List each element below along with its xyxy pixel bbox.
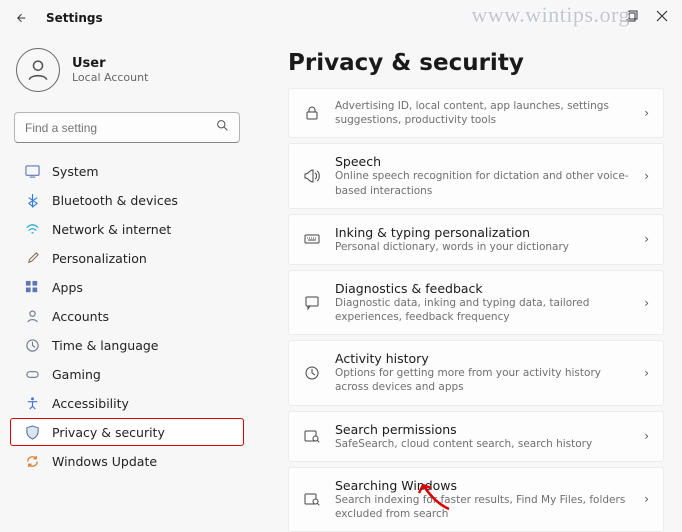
card-title: Diagnostics & feedback <box>335 281 630 296</box>
gamepad-icon <box>24 366 40 382</box>
card-sub: Personal dictionary, words in your dicti… <box>335 240 630 254</box>
history-icon <box>303 364 321 382</box>
search-permissions-icon <box>303 427 321 445</box>
wifi-icon <box>24 221 40 237</box>
sidebar-item-system[interactable]: System <box>10 157 244 185</box>
sidebar-item-time[interactable]: Time & language <box>10 331 244 359</box>
shield-icon <box>24 424 40 440</box>
avatar <box>16 48 60 92</box>
sidebar-item-accounts[interactable]: Accounts <box>10 302 244 330</box>
page-title: Privacy & security <box>288 50 664 76</box>
sidebar-item-label: Time & language <box>52 338 158 353</box>
sidebar-item-label: System <box>52 164 99 179</box>
sidebar-nav: System Bluetooth & devices Network & int… <box>8 157 246 475</box>
sidebar-item-gaming[interactable]: Gaming <box>10 360 244 388</box>
back-icon[interactable] <box>14 12 26 24</box>
sidebar-item-apps[interactable]: Apps <box>10 273 244 301</box>
sidebar-item-personalization[interactable]: Personalization <box>10 244 244 272</box>
search-field[interactable] <box>25 121 216 135</box>
sidebar-item-label: Privacy & security <box>52 425 165 440</box>
card-search-permissions[interactable]: Search permissions SafeSearch, cloud con… <box>288 411 664 462</box>
sidebar-item-label: Accounts <box>52 309 109 324</box>
update-icon <box>24 453 40 469</box>
sidebar-item-label: Windows Update <box>52 454 157 469</box>
person-icon <box>24 308 40 324</box>
sidebar-item-label: Bluetooth & devices <box>52 193 178 208</box>
settings-card-list: Advertising ID, local content, app launc… <box>288 88 664 532</box>
card-activity[interactable]: Activity history Options for getting mor… <box>288 340 664 405</box>
sidebar-item-network[interactable]: Network & internet <box>10 215 244 243</box>
sidebar-item-update[interactable]: Windows Update <box>10 447 244 475</box>
sidebar-item-label: Network & internet <box>52 222 171 237</box>
chevron-right-icon: › <box>644 232 649 246</box>
card-sub: Diagnostic data, inking and typing data,… <box>335 296 630 324</box>
card-speech[interactable]: Speech Online speech recognition for dic… <box>288 143 664 208</box>
chevron-right-icon: › <box>644 366 649 380</box>
chevron-right-icon: › <box>644 296 649 310</box>
sidebar-item-bluetooth[interactable]: Bluetooth & devices <box>10 186 244 214</box>
window-title: Settings <box>46 11 103 25</box>
card-diagnostics[interactable]: Diagnostics & feedback Diagnostic data, … <box>288 270 664 335</box>
user-sub: Local Account <box>72 71 148 84</box>
system-icon <box>24 163 40 179</box>
card-title: Inking & typing personalization <box>335 225 630 240</box>
maximize-icon[interactable] <box>626 10 638 26</box>
sidebar-item-label: Personalization <box>52 251 147 266</box>
close-icon[interactable] <box>656 10 668 26</box>
feedback-icon <box>303 294 321 312</box>
clock-icon <box>24 337 40 353</box>
sidebar-item-label: Apps <box>52 280 83 295</box>
card-title: Speech <box>335 154 630 169</box>
brush-icon <box>24 250 40 266</box>
sidebar-item-accessibility[interactable]: Accessibility <box>10 389 244 417</box>
search-icon <box>216 119 229 136</box>
card-title: Activity history <box>335 351 630 366</box>
speech-icon <box>303 167 321 185</box>
card-sub: Options for getting more from your activ… <box>335 366 630 394</box>
card-inking[interactable]: Inking & typing personalization Personal… <box>288 214 664 265</box>
sidebar-item-privacy[interactable]: Privacy & security <box>10 418 244 446</box>
card-title: Searching Windows <box>335 478 630 493</box>
card-sub: SafeSearch, cloud content search, search… <box>335 437 630 451</box>
search-input[interactable] <box>14 112 240 143</box>
chevron-right-icon: › <box>644 169 649 183</box>
card-searching-windows[interactable]: Searching Windows Search indexing for fa… <box>288 467 664 532</box>
sidebar-item-label: Accessibility <box>52 396 129 411</box>
accessibility-icon <box>24 395 40 411</box>
card-sub: Search indexing for faster results, Find… <box>335 493 630 521</box>
keyboard-icon <box>303 230 321 248</box>
apps-icon <box>24 279 40 295</box>
card-title: Search permissions <box>335 422 630 437</box>
card-sub: Advertising ID, local content, app launc… <box>335 99 630 127</box>
bluetooth-icon <box>24 192 40 208</box>
chevron-right-icon: › <box>644 106 649 120</box>
card-sub: Online speech recognition for dictation … <box>335 169 630 197</box>
card-general[interactable]: Advertising ID, local content, app launc… <box>288 88 664 138</box>
lock-icon <box>303 104 321 122</box>
sidebar-item-label: Gaming <box>52 367 101 382</box>
search-windows-icon <box>303 490 321 508</box>
chevron-right-icon: › <box>644 429 649 443</box>
user-block[interactable]: User Local Account <box>8 44 246 108</box>
chevron-right-icon: › <box>644 492 649 506</box>
user-name: User <box>72 56 148 71</box>
